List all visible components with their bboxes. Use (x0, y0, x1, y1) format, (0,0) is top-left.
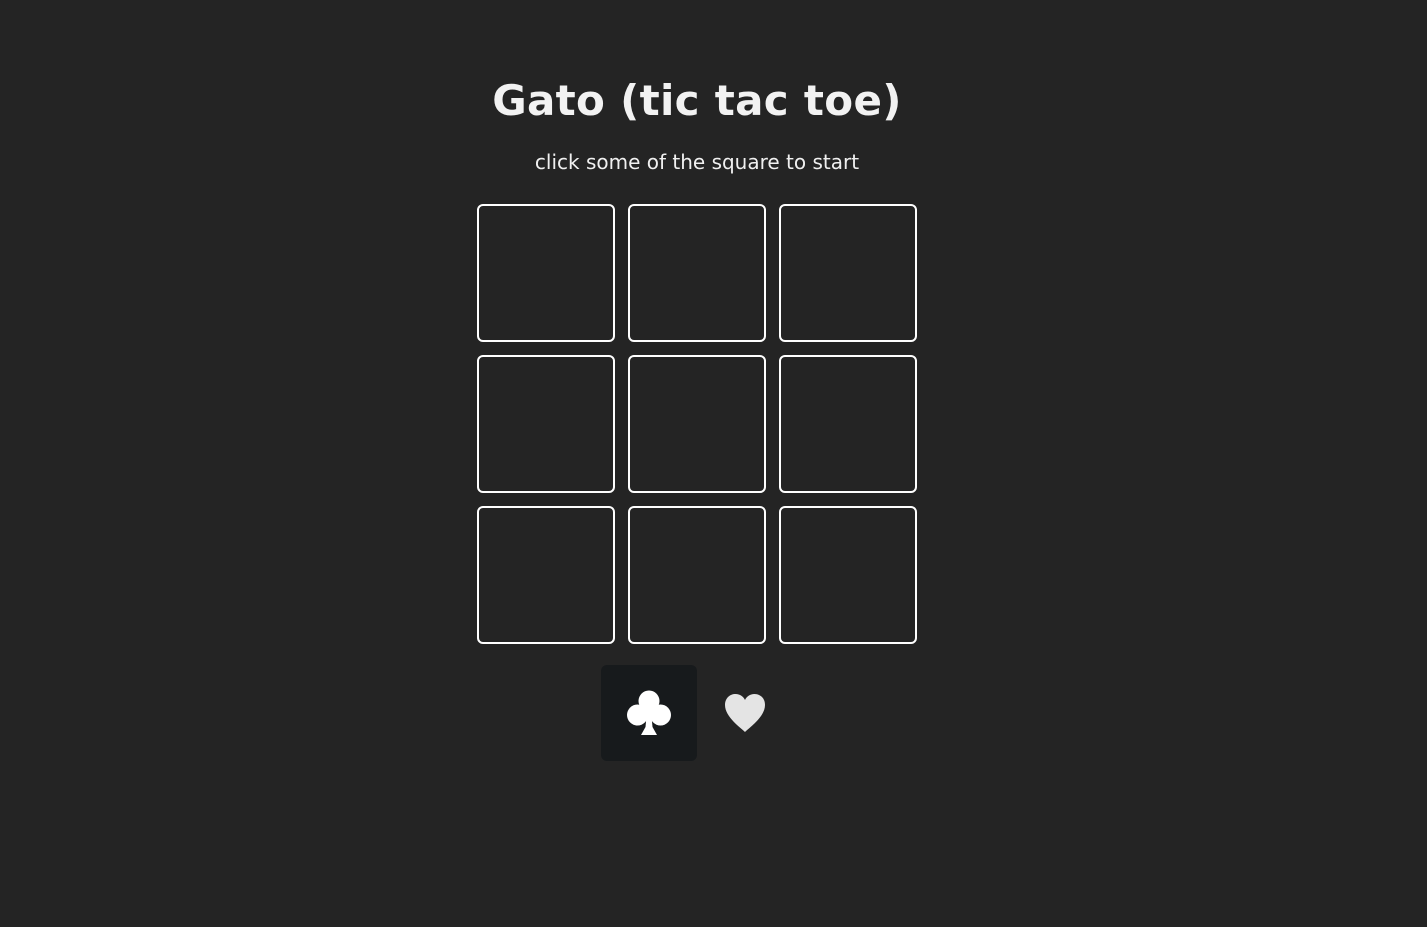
turn-heart-player (697, 665, 793, 761)
board-square-2[interactable] (628, 204, 766, 342)
board-square-6[interactable] (779, 355, 917, 493)
game-board (477, 204, 917, 644)
game-app: Gato (tic tac toe) click some of the squ… (0, 0, 1427, 927)
instruction-text: click some of the square to start (534, 150, 860, 174)
board-square-8[interactable] (628, 506, 766, 644)
turn-club-player (601, 665, 697, 761)
board-square-1[interactable] (477, 204, 615, 342)
board-square-4[interactable] (477, 355, 615, 493)
board-square-3[interactable] (779, 204, 917, 342)
board-square-7[interactable] (477, 506, 615, 644)
board-square-5[interactable] (628, 355, 766, 493)
club-icon (627, 690, 671, 735)
heart-icon (725, 694, 765, 732)
page-title: Gato (tic tac toe) (492, 76, 902, 125)
turn-indicator (601, 665, 793, 761)
board-square-9[interactable] (779, 506, 917, 644)
